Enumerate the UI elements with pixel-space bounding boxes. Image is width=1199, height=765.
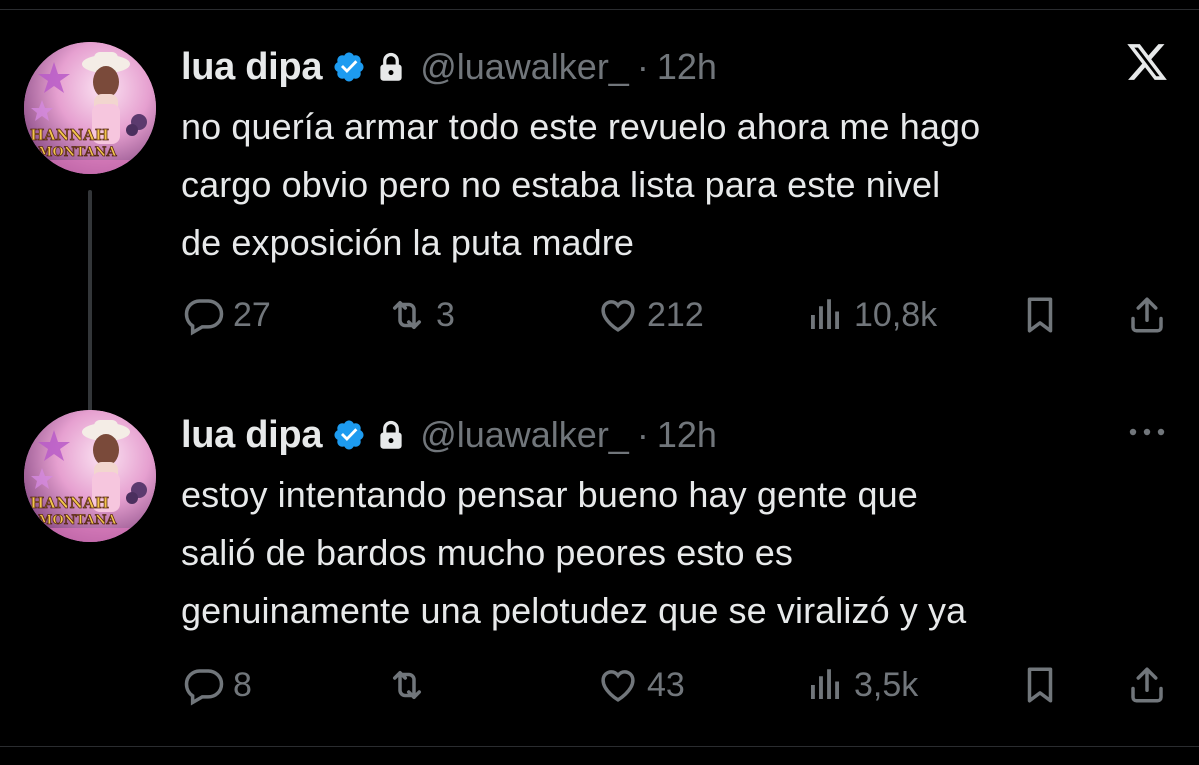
views-icon	[804, 294, 846, 336]
tweet-text-line: salió de bardos mucho peores esto es	[181, 532, 793, 573]
tweet-header: lua dipa @luawalker_ · 12h	[181, 42, 717, 92]
views-count: 10,8k	[854, 295, 938, 334]
share-icon	[1126, 664, 1168, 706]
display-name[interactable]: lua dipa	[181, 46, 322, 89]
avatar[interactable]: HANNAH MONTANA	[24, 42, 156, 174]
display-name[interactable]: lua dipa	[181, 414, 322, 457]
thread-connector	[88, 190, 92, 437]
avatar-logo-line2: MONTANA	[38, 145, 118, 160]
timestamp[interactable]: 12h	[657, 414, 717, 456]
top-divider	[0, 9, 1199, 10]
tweet-text-line: no quería armar todo este revuelo ahora …	[181, 106, 981, 147]
separator: ·	[636, 46, 649, 87]
views-icon	[804, 664, 846, 706]
repost-button[interactable]	[386, 660, 436, 710]
tweet-text-line: genuinamente una pelotudez que se virali…	[181, 590, 967, 631]
repost-icon	[386, 664, 428, 706]
bookmark-icon	[1019, 664, 1061, 706]
heart-icon	[597, 294, 639, 336]
bookmark-button[interactable]	[1019, 660, 1061, 710]
username-handle[interactable]: @luawalker_	[420, 46, 629, 88]
tweet-header: lua dipa @luawalker_ · 12h	[181, 410, 717, 460]
separator: ·	[636, 414, 649, 455]
tweet-actions: 27 3 212 10,8k	[181, 290, 1171, 340]
avatar-logo-line2: MONTANA	[38, 513, 118, 528]
share-button[interactable]	[1126, 660, 1168, 710]
reply-count: 8	[233, 665, 252, 704]
repost-count: 3	[436, 295, 455, 334]
lock-icon	[376, 50, 406, 84]
share-icon	[1126, 294, 1168, 336]
tweet-text-line: de exposición la puta madre	[181, 222, 634, 263]
views-button[interactable]: 10,8k	[804, 290, 937, 340]
tweet-text-line: cargo obvio pero no estaba lista para es…	[181, 164, 941, 205]
share-button[interactable]	[1126, 290, 1168, 340]
bookmark-button[interactable]	[1019, 290, 1061, 340]
like-button[interactable]: 212	[597, 290, 704, 340]
tweet-text: no quería armar todo este revuelo ahora …	[181, 98, 1171, 272]
tweet-actions: 8 43 3,5k	[181, 660, 1171, 710]
avatar-logo-line1: HANNAH	[30, 494, 109, 512]
tweet-text-line: estoy intentando pensar bueno hay gente …	[181, 474, 918, 515]
avatar[interactable]: HANNAH MONTANA	[24, 410, 156, 542]
tweet-text: estoy intentando pensar bueno hay gente …	[181, 466, 1171, 640]
reply-icon	[183, 294, 225, 336]
like-count: 212	[647, 295, 704, 334]
views-button[interactable]: 3,5k	[804, 660, 918, 710]
heart-icon	[597, 664, 639, 706]
x-logo-icon	[1125, 40, 1169, 84]
like-count: 43	[647, 665, 685, 704]
reply-button[interactable]: 8	[183, 660, 252, 710]
repost-icon	[386, 294, 428, 336]
avatar-logo-line1: HANNAH	[30, 126, 109, 144]
views-count: 3,5k	[854, 665, 919, 704]
verified-badge-icon	[332, 418, 366, 452]
lock-icon	[376, 418, 406, 452]
timestamp[interactable]: 12h	[657, 46, 717, 88]
reply-icon	[183, 664, 225, 706]
repost-button[interactable]: 3	[386, 290, 455, 340]
reply-button[interactable]: 27	[183, 290, 271, 340]
verified-badge-icon	[332, 50, 366, 84]
reply-count: 27	[233, 295, 271, 334]
bottom-divider	[0, 746, 1199, 747]
more-icon[interactable]	[1125, 422, 1169, 442]
bookmark-icon	[1019, 294, 1061, 336]
username-handle[interactable]: @luawalker_	[420, 414, 629, 456]
like-button[interactable]: 43	[597, 660, 685, 710]
